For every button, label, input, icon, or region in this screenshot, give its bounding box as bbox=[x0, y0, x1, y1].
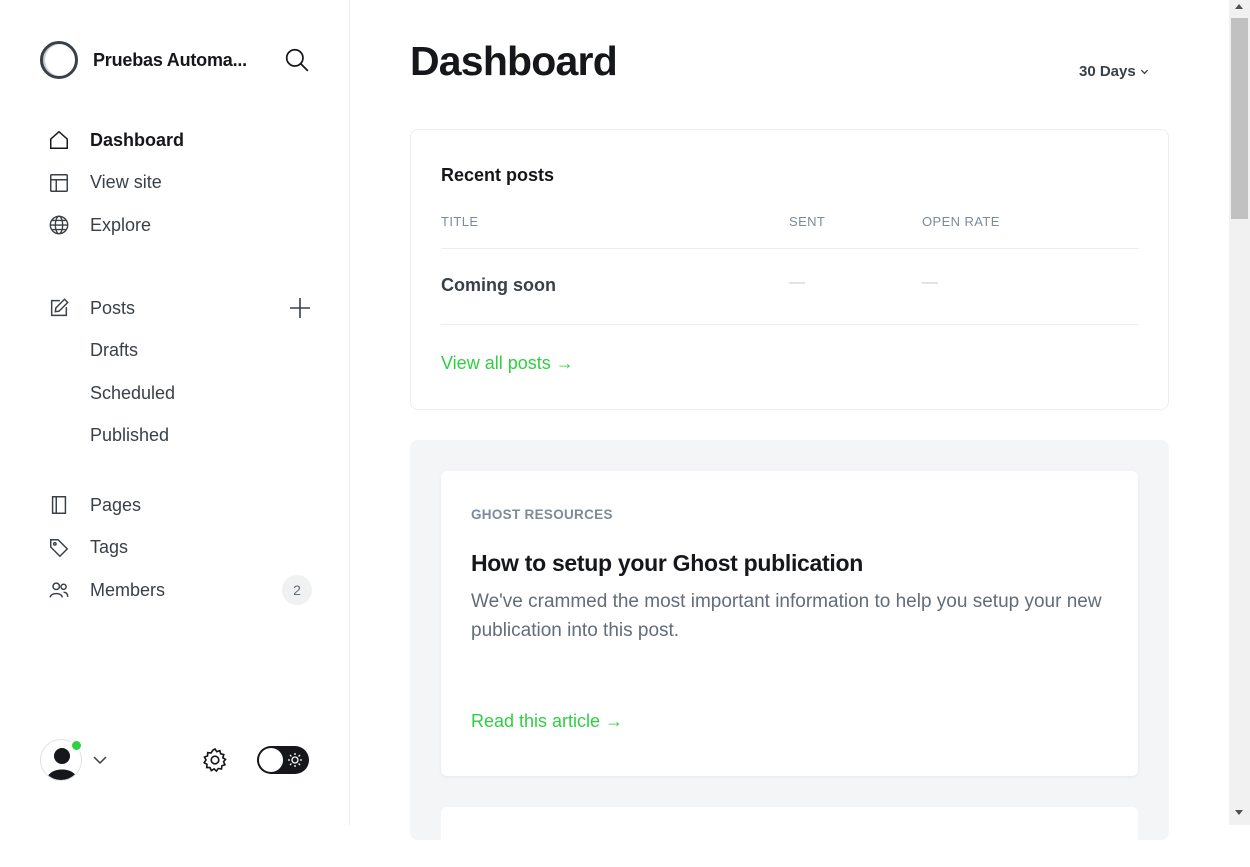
nav-item-explore[interactable]: Explore bbox=[40, 204, 320, 247]
nav-item-scheduled[interactable]: Scheduled bbox=[40, 372, 320, 415]
divider bbox=[441, 248, 1139, 249]
nav-posts: Posts Drafts Scheduled Published bbox=[40, 287, 320, 457]
recent-posts-card: Recent posts TITLE SENT OPEN RATE Coming… bbox=[410, 129, 1169, 410]
tag-icon bbox=[48, 537, 70, 559]
read-article-link[interactable]: Read this article → bbox=[471, 711, 623, 732]
column-header-open-rate: OPEN RATE bbox=[922, 214, 1000, 229]
add-post-icon[interactable] bbox=[288, 296, 312, 320]
main-content: Dashboard 30 Days Recent posts TITLE SEN… bbox=[350, 0, 1229, 867]
nav-item-dashboard[interactable]: Dashboard bbox=[40, 119, 320, 162]
nav-item-tags[interactable]: Tags bbox=[40, 527, 320, 570]
members-count-badge: 2 bbox=[282, 575, 312, 605]
scroll-up-arrow[interactable] bbox=[1235, 4, 1243, 9]
nav-item-label: Members bbox=[90, 579, 166, 600]
user-area bbox=[40, 738, 312, 782]
date-range-label: 30 Days bbox=[1079, 63, 1136, 80]
nav-item-published[interactable]: Published bbox=[40, 415, 320, 458]
resources-card: GHOST RESOURCES How to setup your Ghost … bbox=[410, 440, 1169, 867]
nav-item-posts[interactable]: Posts bbox=[40, 287, 320, 330]
chevron-down-icon bbox=[1140, 69, 1148, 75]
globe-icon bbox=[48, 214, 70, 236]
nav-item-members[interactable]: Members 2 bbox=[40, 569, 320, 612]
edit-icon bbox=[48, 297, 70, 319]
gear-icon[interactable] bbox=[202, 747, 228, 773]
nav-item-label: Tags bbox=[90, 537, 129, 558]
theme-toggle[interactable] bbox=[257, 746, 309, 774]
resource-title[interactable]: How to setup your Ghost publication bbox=[471, 550, 863, 577]
resource-article[interactable]: GHOST RESOURCES How to setup your Ghost … bbox=[441, 471, 1138, 776]
nav-item-pages[interactable]: Pages bbox=[40, 484, 320, 527]
site-title[interactable]: Pruebas Automa... bbox=[93, 50, 263, 71]
toggle-knob bbox=[259, 748, 283, 772]
nav-item-view-site[interactable]: View site bbox=[40, 162, 320, 205]
resource-article-next[interactable] bbox=[441, 807, 1138, 867]
post-row-sent: — bbox=[789, 274, 805, 291]
sun-icon bbox=[288, 753, 302, 767]
column-header-title: TITLE bbox=[441, 214, 479, 229]
members-icon bbox=[48, 579, 70, 601]
nav-item-label: Scheduled bbox=[90, 382, 176, 403]
page-scrollbar[interactable] bbox=[1229, 0, 1250, 825]
post-row-open-rate: — bbox=[922, 274, 938, 291]
nav-other: Pages Tags Members 2 bbox=[40, 484, 320, 612]
column-header-sent: SENT bbox=[789, 214, 826, 229]
chevron-down-icon[interactable] bbox=[92, 752, 108, 768]
nav-item-label: Drafts bbox=[90, 340, 139, 361]
online-status-dot bbox=[70, 739, 83, 752]
resource-label: GHOST RESOURCES bbox=[471, 507, 613, 522]
layout-icon bbox=[48, 172, 70, 194]
site-logo[interactable] bbox=[40, 41, 78, 79]
page-icon bbox=[48, 494, 70, 516]
nav-item-label: Dashboard bbox=[90, 129, 185, 150]
resource-description: We've crammed the most important informa… bbox=[471, 591, 1102, 641]
home-icon bbox=[48, 129, 70, 151]
nav-item-label: Explore bbox=[90, 214, 152, 235]
nav-item-label: Posts bbox=[90, 297, 136, 318]
divider bbox=[441, 324, 1139, 325]
nav-item-drafts[interactable]: Drafts bbox=[40, 330, 320, 373]
view-all-posts-link[interactable]: View all posts → bbox=[441, 353, 574, 374]
nav-item-label: Pages bbox=[90, 494, 142, 515]
card-title: Recent posts bbox=[441, 165, 555, 185]
site-header: Pruebas Automa... bbox=[40, 40, 310, 80]
search-icon[interactable] bbox=[284, 47, 310, 73]
nav-primary: Dashboard View site Explore bbox=[40, 119, 320, 247]
page-title: Dashboard bbox=[410, 38, 618, 84]
scroll-thumb[interactable] bbox=[1231, 18, 1248, 219]
scroll-down-arrow[interactable] bbox=[1235, 810, 1243, 815]
post-row-title[interactable]: Coming soon bbox=[441, 275, 556, 296]
sidebar: Pruebas Automa... Dashboard View site Ex… bbox=[0, 0, 350, 825]
nav-item-label: View site bbox=[90, 172, 162, 193]
date-range-select[interactable]: 30 Days bbox=[1079, 63, 1149, 80]
nav-item-label: Published bbox=[90, 425, 170, 446]
